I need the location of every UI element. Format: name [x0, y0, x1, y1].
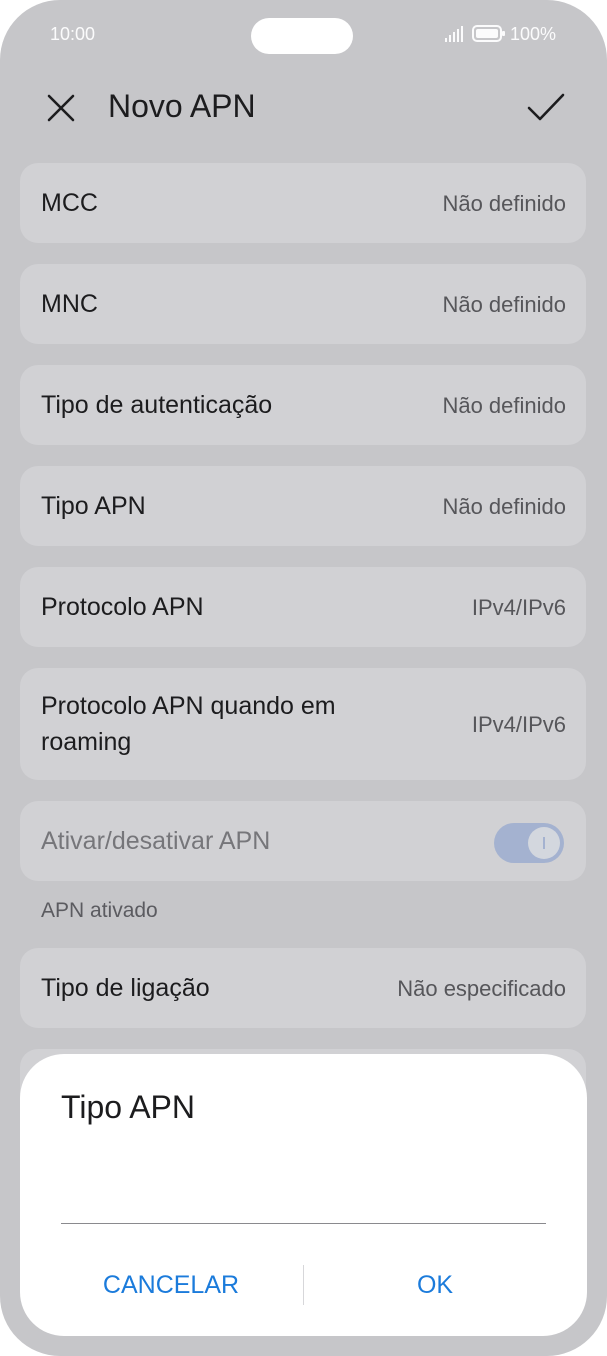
check-icon[interactable]: [526, 90, 566, 124]
setting-value: IPv4/IPv6: [471, 712, 566, 737]
setting-connection-type[interactable]: Tipo de ligação Não especificado: [20, 948, 586, 1028]
apn-toggle-switch[interactable]: [494, 823, 564, 863]
setting-apn-type[interactable]: Tipo APN Não definido: [20, 466, 586, 546]
setting-value: Não definido: [442, 494, 566, 519]
signal-icon: [445, 26, 463, 42]
battery-percent: 100%: [510, 24, 557, 44]
page-title: Novo APN: [108, 88, 256, 124]
setting-label-line2: roaming: [41, 728, 132, 756]
setting-roaming-protocol[interactable]: Protocolo APN quando em roaming IPv4/IPv…: [20, 668, 586, 780]
setting-value: Não definido: [442, 191, 566, 216]
setting-label: MCC: [41, 189, 98, 217]
setting-label: Ativar/desativar APN: [41, 827, 271, 855]
setting-value: IPv4/IPv6: [471, 595, 566, 620]
ok-button[interactable]: OK: [304, 1262, 566, 1308]
setting-auth-type[interactable]: Tipo de autenticação Não definido: [20, 365, 586, 445]
cancel-button[interactable]: CANCELAR: [40, 1262, 302, 1308]
apn-status-caption: APN ativado: [41, 899, 158, 922]
apn-type-input[interactable]: [61, 1189, 546, 1224]
camera-pill: [251, 18, 353, 54]
dialog-title: Tipo APN: [61, 1089, 195, 1125]
setting-value: Não especificado: [397, 976, 566, 1001]
status-bar: 10:00 100%: [0, 0, 607, 70]
setting-label: Protocolo APN quando em: [41, 692, 336, 720]
setting-label: MNC: [41, 290, 98, 318]
setting-apn-protocol[interactable]: Protocolo APN IPv4/IPv6: [20, 567, 586, 647]
setting-value: Não definido: [442, 393, 566, 418]
setting-label: Tipo de autenticação: [41, 391, 273, 419]
phone-screen: 10:00 100% Novo APN MCC Não definido MNC: [0, 0, 607, 1356]
toggle-knob: [528, 827, 560, 859]
setting-label: Tipo de ligação: [41, 974, 210, 1002]
status-time: 10:00: [50, 24, 96, 44]
setting-mcc[interactable]: MCC Não definido: [20, 163, 586, 243]
setting-label: Tipo APN: [41, 492, 146, 520]
setting-apn-toggle: Ativar/desativar APN: [20, 801, 586, 881]
app-header: Novo APN: [0, 70, 607, 150]
setting-label: Protocolo APN: [41, 593, 204, 621]
apn-type-dialog: Tipo APN CANCELAR OK: [20, 1054, 587, 1336]
setting-mnc[interactable]: MNC Não definido: [20, 264, 586, 344]
setting-value: Não definido: [442, 292, 566, 317]
battery-icon: [472, 25, 505, 42]
close-icon[interactable]: [44, 91, 78, 125]
